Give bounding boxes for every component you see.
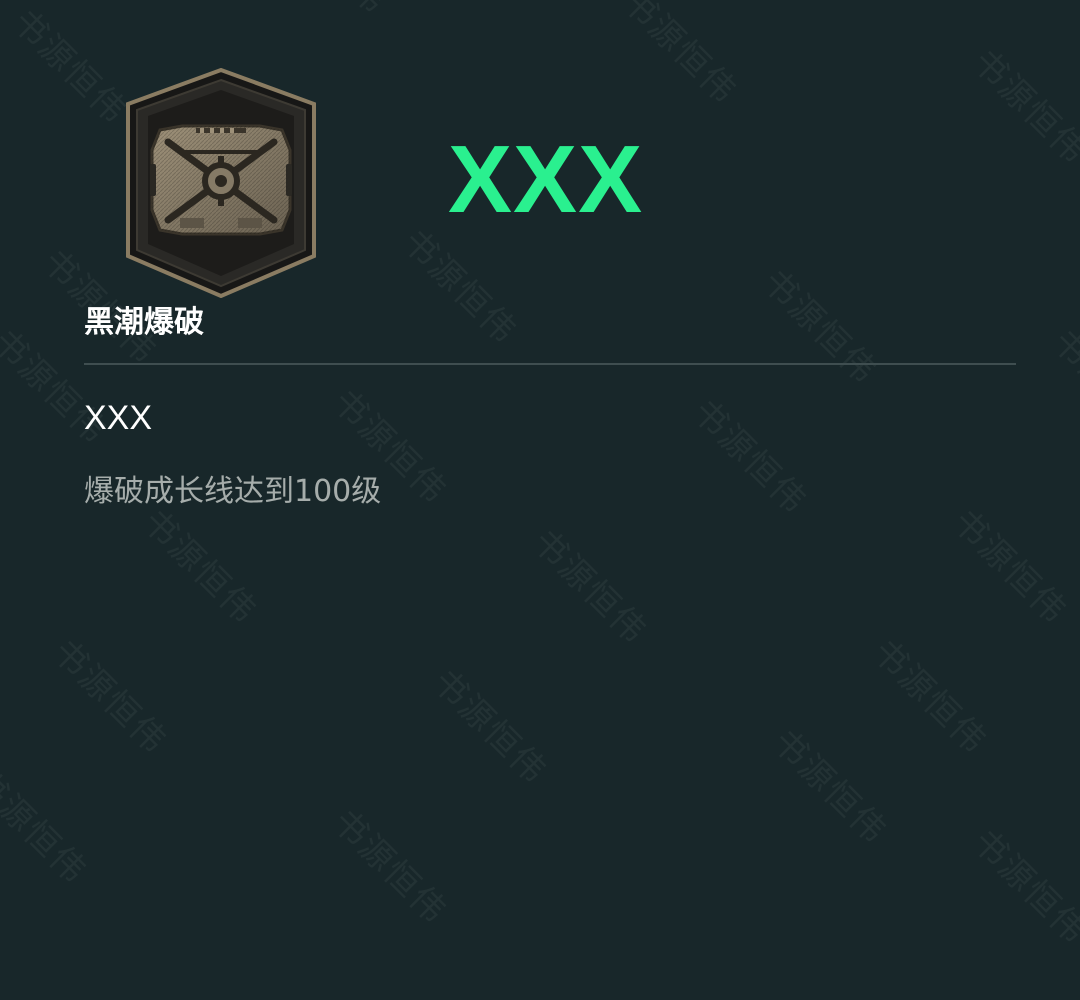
watermark-text: 书源恒伟 bbox=[0, 761, 95, 893]
watermark-text: 书源恒伟 bbox=[764, 721, 895, 853]
watermark-text: 书源恒伟 bbox=[964, 821, 1080, 953]
watermark-text: 书源恒伟 bbox=[134, 501, 265, 633]
watermark-text: 书源恒伟 bbox=[44, 631, 175, 763]
watermark-text: 书源恒伟 bbox=[614, 0, 745, 113]
header-title: XXX bbox=[448, 126, 644, 233]
achievement-description: 爆破成长线达到100级 bbox=[84, 474, 382, 509]
watermark-text: 书源恒伟 bbox=[684, 391, 815, 523]
divider bbox=[84, 363, 1016, 365]
watermark-text: 书源恒伟 bbox=[324, 801, 455, 933]
watermark-text: 书源恒伟 bbox=[964, 41, 1080, 173]
watermark-text: 书源恒伟 bbox=[994, 0, 1080, 13]
shield-badge-icon bbox=[124, 67, 318, 299]
watermark-text: 书源恒伟 bbox=[1044, 321, 1080, 453]
watermark-text: 书源恒伟 bbox=[864, 631, 995, 763]
watermark-text: 书源恒伟 bbox=[394, 221, 525, 353]
watermark-text: 书源恒伟 bbox=[524, 521, 655, 653]
mode-name: 黑潮爆破 bbox=[84, 305, 204, 340]
watermark-text: 书源恒伟 bbox=[944, 501, 1075, 633]
achievement-title: XXX bbox=[84, 399, 153, 437]
watermark-text: 书源恒伟 bbox=[264, 0, 400, 23]
watermark-text: 书源恒伟 bbox=[4, 1, 135, 133]
watermark-text: 书源恒伟 bbox=[424, 661, 555, 793]
watermark-text: 书源恒伟 bbox=[754, 261, 885, 393]
